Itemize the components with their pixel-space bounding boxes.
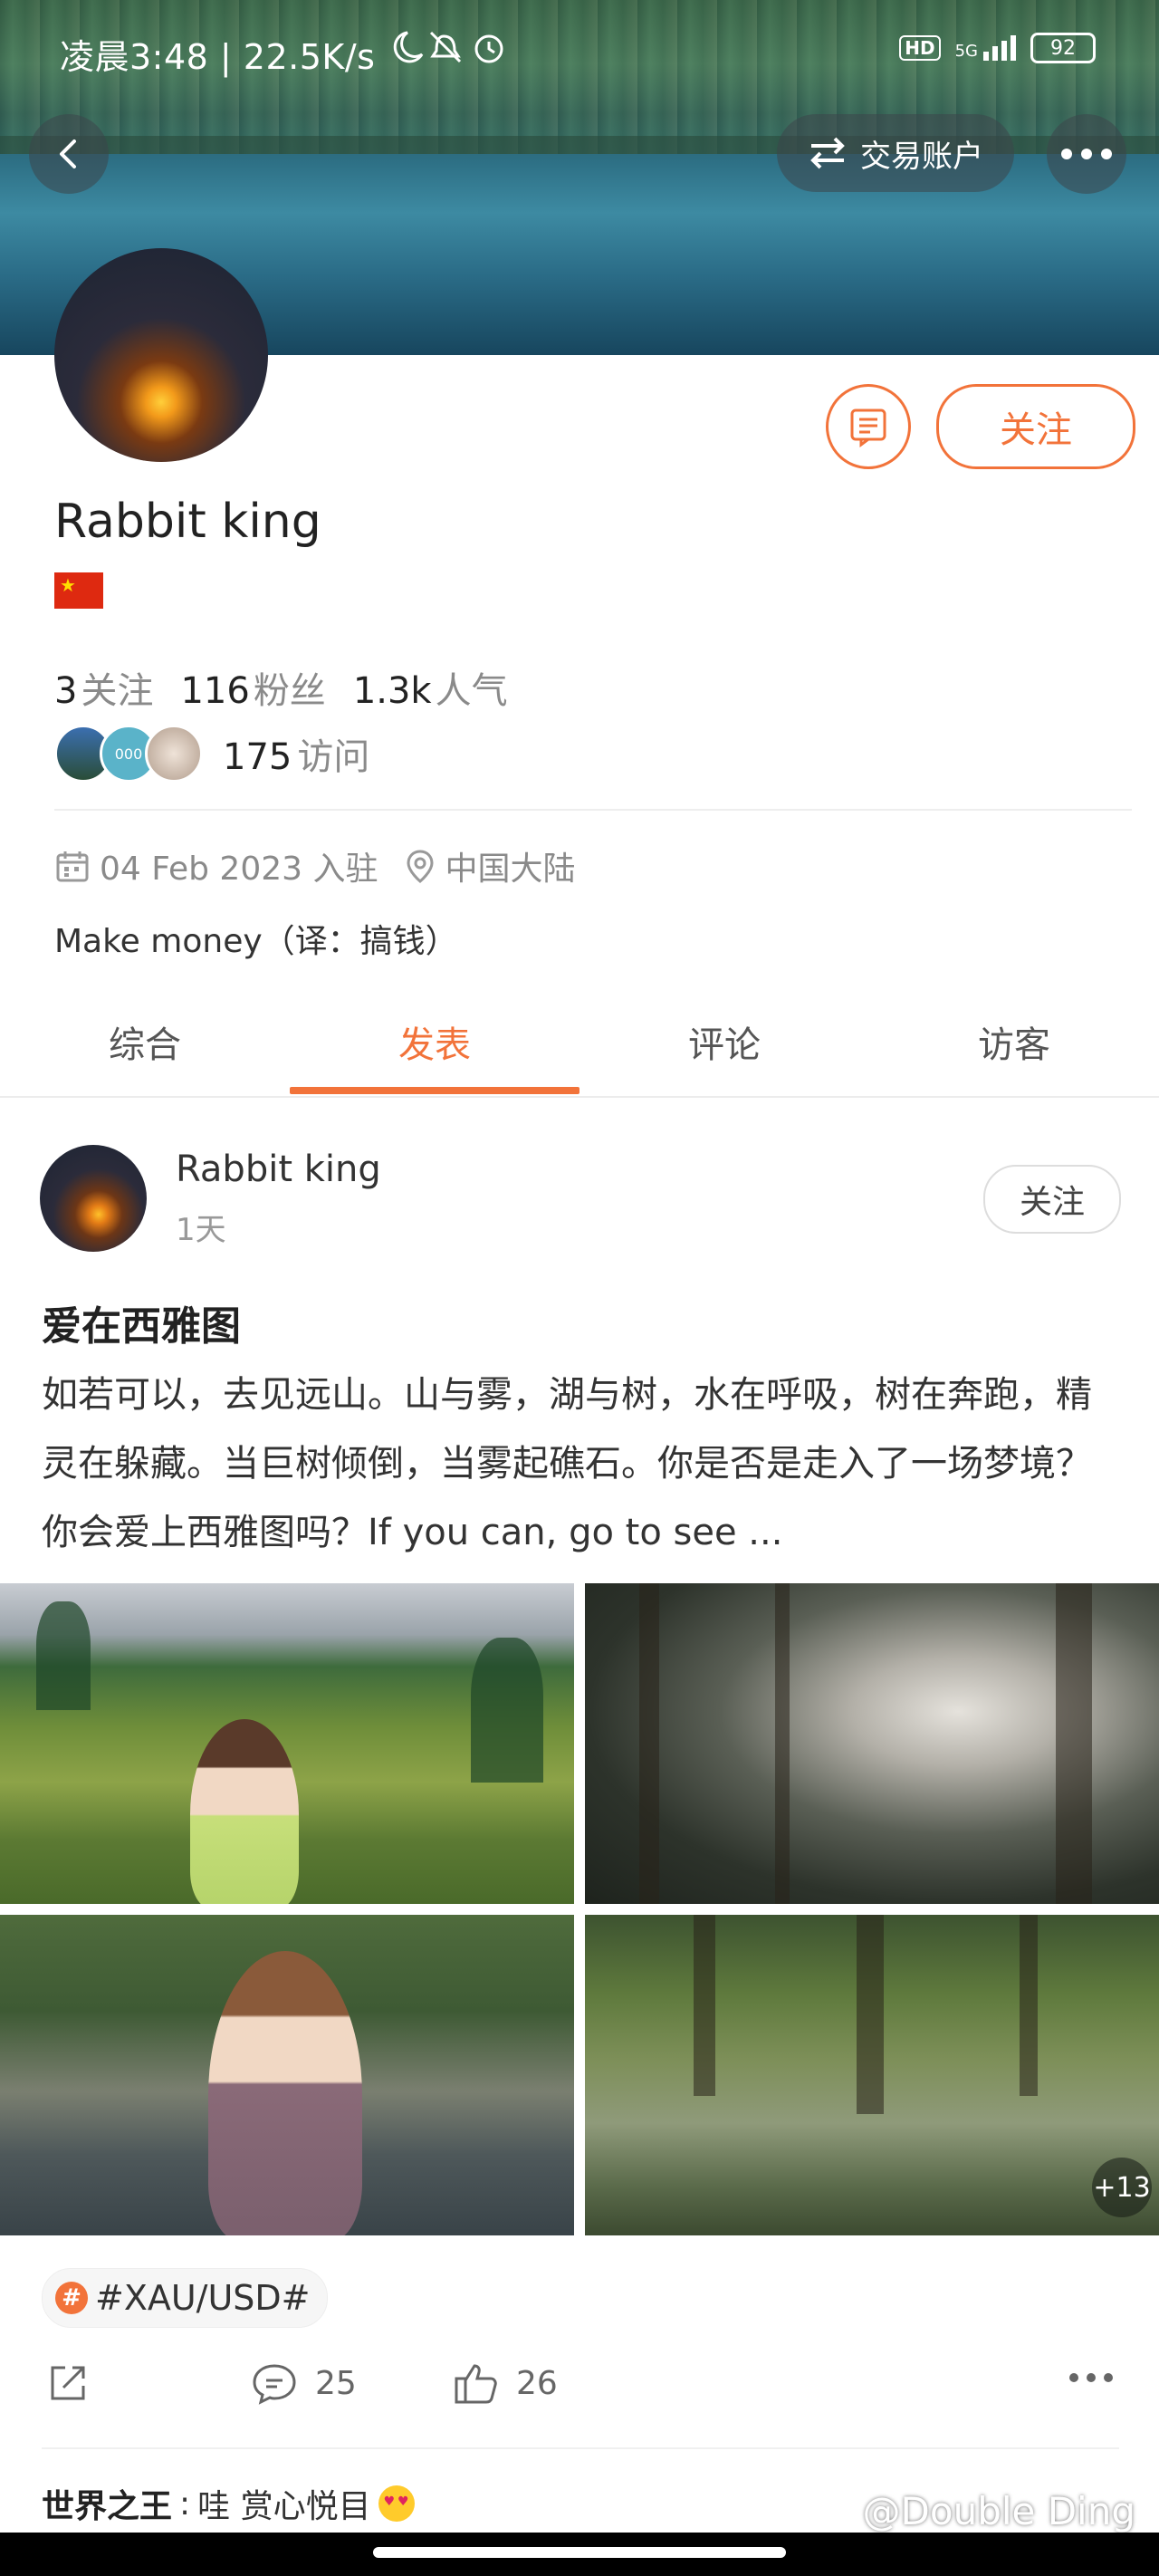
more-photos-badge[interactable]: +13 bbox=[1092, 2158, 1152, 2217]
join-date: 04 Feb 2023 入驻 bbox=[100, 851, 378, 888]
active-tab-indicator bbox=[290, 1087, 580, 1094]
trade-account-label: 交易账户 bbox=[860, 138, 983, 175]
trade-account-button[interactable]: 交易账户 bbox=[777, 114, 1014, 192]
post-title[interactable]: 爱在西雅图 bbox=[42, 1293, 241, 1351]
china-flag-icon: ★ bbox=[54, 572, 103, 609]
follow-button[interactable]: 关注 bbox=[936, 384, 1135, 469]
tab-visitors[interactable]: 访客 bbox=[869, 987, 1159, 1096]
comment-button[interactable]: 25 bbox=[250, 2360, 357, 2406]
comment-separator: : bbox=[179, 2485, 191, 2523]
profile-tabs: 综合 发表 评论 访客 bbox=[0, 987, 1159, 1096]
back-button[interactable] bbox=[29, 114, 109, 194]
profile-name: Rabbit king bbox=[54, 495, 321, 549]
heart-eyes-emoji-icon: ♥ ♥ bbox=[378, 2485, 415, 2522]
chevron-left-icon bbox=[60, 139, 76, 168]
comment-count: 25 bbox=[315, 2364, 357, 2402]
share-icon bbox=[51, 2366, 85, 2400]
post-photo[interactable] bbox=[0, 1583, 574, 1904]
hd-badge: HD bbox=[899, 35, 941, 61]
profile-avatar[interactable] bbox=[54, 248, 268, 462]
visitor-avatar bbox=[145, 725, 203, 783]
post-time: 1天 bbox=[176, 1212, 226, 1248]
location-text: 中国大陆 bbox=[445, 851, 576, 888]
status-bar-time-speed: 凌晨3:48 | 22.5K/s bbox=[60, 37, 376, 77]
profile-divider bbox=[54, 809, 1132, 811]
post-follow-button[interactable]: 关注 bbox=[983, 1165, 1121, 1234]
status-icons-left bbox=[389, 27, 507, 75]
stat-followers[interactable]: 116 粉丝 bbox=[180, 661, 325, 714]
tab-comments[interactable]: 评论 bbox=[580, 987, 869, 1096]
profile-info-row: 04 Feb 2023 入驻 中国大陆 bbox=[54, 842, 576, 889]
network-type: 5G bbox=[954, 42, 978, 61]
comment-text: 哇 赏心悦目 bbox=[197, 2488, 371, 2525]
battery-level: 92 bbox=[1050, 36, 1076, 60]
post-author-avatar[interactable] bbox=[40, 1145, 147, 1252]
like-count: 26 bbox=[516, 2364, 558, 2402]
visits-count: 175 访问 bbox=[223, 736, 370, 778]
message-button[interactable] bbox=[826, 384, 911, 469]
post-photo[interactable] bbox=[585, 1583, 1159, 1904]
profile-stats: 3 关注 116 粉丝 1.3k 人气 bbox=[54, 661, 508, 714]
topic-tag-label: #XAU/USD# bbox=[95, 2278, 311, 2318]
watermark: @Double Ding bbox=[862, 2489, 1135, 2533]
post-photo[interactable]: +13 bbox=[585, 1915, 1159, 2235]
post-body[interactable]: 如若可以，去见远山。山与雾，湖与树，水在呼吸，树在奔跑，精灵在躲藏。当巨树倾倒，… bbox=[42, 1360, 1119, 1567]
home-indicator[interactable] bbox=[373, 2547, 786, 2558]
more-dots-icon bbox=[1061, 149, 1112, 159]
post-divider bbox=[42, 2447, 1119, 2449]
visitors-row[interactable]: 000 175 访问 bbox=[54, 725, 369, 783]
hashtag-icon: # bbox=[55, 2282, 88, 2314]
location-pin-icon bbox=[406, 850, 434, 883]
post-more-button[interactable] bbox=[1068, 2371, 1114, 2384]
message-icon bbox=[850, 409, 886, 447]
stat-following[interactable]: 3 关注 bbox=[54, 661, 153, 714]
like-button[interactable]: 26 bbox=[453, 2360, 558, 2406]
share-button[interactable] bbox=[45, 2360, 91, 2406]
battery-icon: 92 bbox=[1030, 33, 1096, 63]
stat-popularity: 1.3k 人气 bbox=[352, 670, 508, 712]
tab-posts[interactable]: 发表 bbox=[290, 987, 580, 1096]
post-author-name[interactable]: Rabbit king bbox=[176, 1149, 381, 1190]
topic-tag[interactable]: # #XAU/USD# bbox=[42, 2268, 328, 2328]
post-photo[interactable] bbox=[0, 1915, 574, 2235]
tabs-divider bbox=[0, 1096, 1159, 1098]
calendar-icon bbox=[56, 851, 89, 882]
post-actions: 25 26 bbox=[45, 2360, 1123, 2415]
profile-bio: Make money（译：搞钱） bbox=[54, 923, 458, 960]
tab-overview[interactable]: 综合 bbox=[0, 987, 290, 1096]
more-dots-icon bbox=[1069, 2373, 1113, 2382]
comment-author[interactable]: 世界之王 bbox=[42, 2480, 172, 2527]
signal-icon: 5G bbox=[955, 35, 1016, 61]
thumbs-up-icon bbox=[455, 2364, 497, 2404]
swap-icon bbox=[810, 137, 845, 169]
status-bar-right: HD 5G 92 bbox=[899, 33, 1096, 63]
comment-preview[interactable]: 世界之王 : 哇 赏心悦目 ♥ ♥ bbox=[42, 2480, 415, 2527]
comment-icon bbox=[253, 2364, 296, 2405]
visitor-avatar-text: 000 bbox=[114, 745, 143, 763]
more-options-button[interactable] bbox=[1047, 114, 1126, 194]
moon-bell-alarm-icons bbox=[393, 31, 503, 63]
